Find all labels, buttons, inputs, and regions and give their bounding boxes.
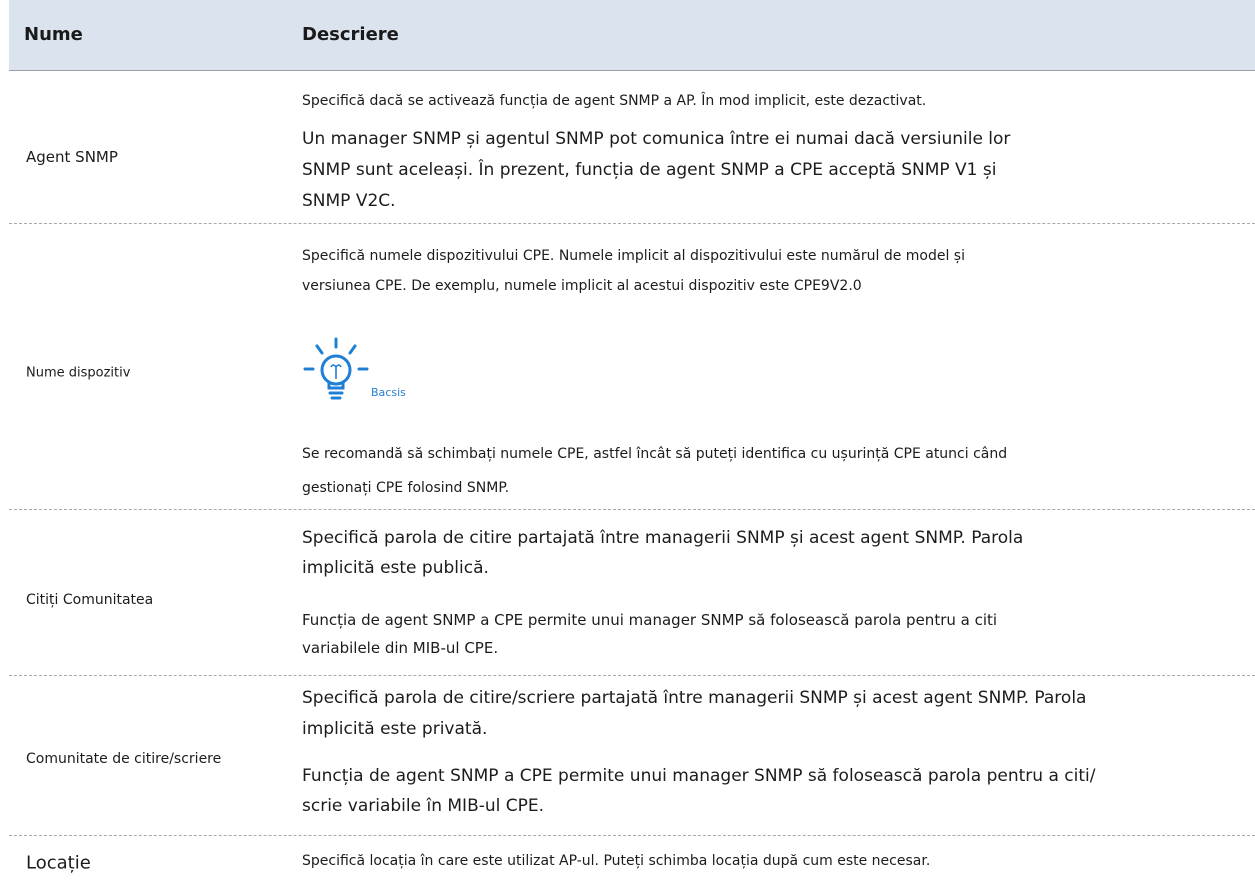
tip-label: Bacsis <box>371 386 406 399</box>
table-row: Agent SNMP Specifică dacă se activează f… <box>9 71 1255 224</box>
table-header: Nume Descriere <box>9 0 1255 71</box>
parameter-table: Nume Descriere Agent SNMP Specifică dacă… <box>9 0 1255 885</box>
description-line: Specifică parola de citire partajată înt… <box>302 528 1024 548</box>
description-line: implicită este publică. <box>302 558 489 578</box>
table-row: Comunitate de citire/scriere Specifică p… <box>9 676 1255 836</box>
description-line: Un manager SNMP și agentul SNMP pot comu… <box>302 129 1011 149</box>
description-line: variabilele din MIB-ul CPE. <box>302 639 499 657</box>
row-name: Comunitate de citire/scriere <box>26 751 222 767</box>
description-line: scrie variabile în MIB-ul CPE. <box>302 796 545 816</box>
description-line: Se recomandă să schimbați numele CPE, as… <box>302 446 1008 462</box>
description-line: Specifică parola de citire/scriere parta… <box>302 688 1087 708</box>
row-name: Locație <box>26 852 91 874</box>
column-header-description: Descriere <box>302 24 399 45</box>
row-name: Agent SNMP <box>26 148 118 166</box>
description-line: Funcția de agent SNMP a CPE permite unui… <box>302 611 998 629</box>
table-row: Citiți Comunitatea Specifică parola de c… <box>9 510 1255 676</box>
description-line: Specifică locația în care este utilizat … <box>302 853 931 869</box>
table-row: Nume dispozitiv Specifică numele dispozi… <box>9 224 1255 510</box>
description-line: implicită este privată. <box>302 719 488 739</box>
description-line: versiunea CPE. De exemplu, numele implic… <box>302 278 862 294</box>
table-row: Locație Specifică locația în care este u… <box>9 836 1255 885</box>
description-line: Specifică dacă se activează funcția de a… <box>302 93 927 109</box>
column-header-name: Nume <box>24 24 83 45</box>
description-line: SNMP V2C. <box>302 191 396 211</box>
description-line: Funcția de agent SNMP a CPE permite unui… <box>302 766 1096 786</box>
description-line: gestionați CPE folosind SNMP. <box>302 480 510 496</box>
description-line: Specifică numele dispozitivului CPE. Num… <box>302 248 965 264</box>
description-line: SNMP sunt aceleași. În prezent, funcția … <box>302 160 997 180</box>
lightbulb-icon <box>303 337 369 400</box>
row-name: Citiți Comunitatea <box>26 592 154 608</box>
row-name: Nume dispozitiv <box>26 365 131 381</box>
